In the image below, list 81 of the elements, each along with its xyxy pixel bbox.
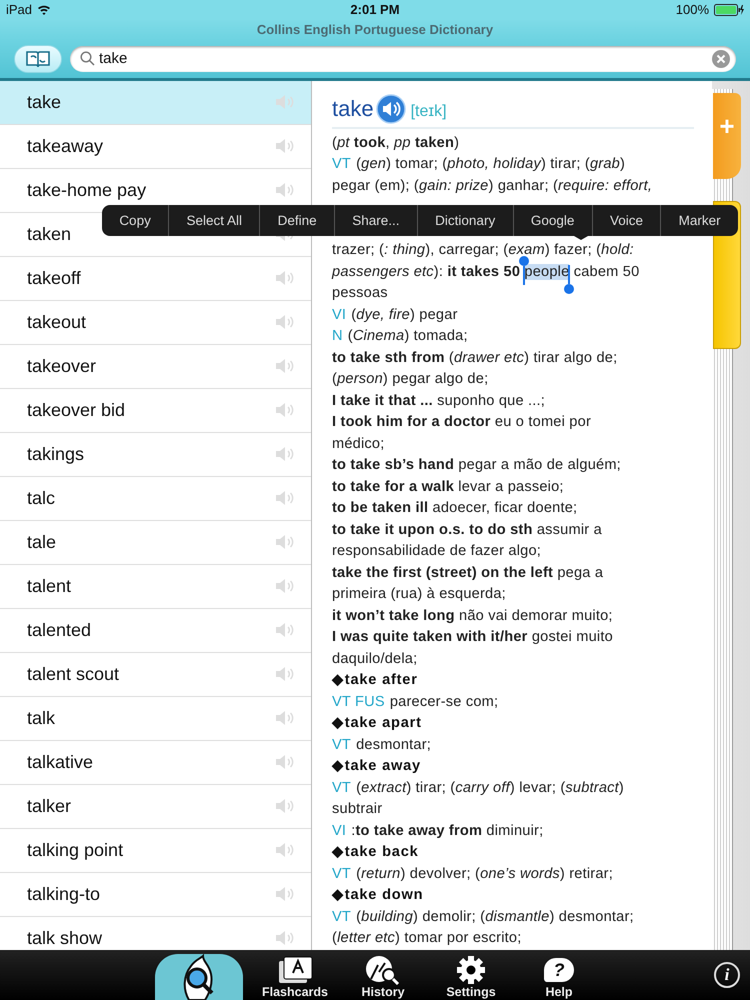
phrase-heading: ◆take down bbox=[332, 886, 424, 906]
entry-line: VT FUS parecer-se com; bbox=[332, 692, 498, 712]
phrase-heading: ◆take after bbox=[332, 671, 418, 690]
book-icon bbox=[25, 48, 51, 69]
battery-icon bbox=[714, 4, 744, 16]
clock-time: 2:01 PM bbox=[350, 2, 400, 18]
entry-line: passengers etc): it takes 50 people cabem 50 bbox=[332, 262, 640, 284]
info-button[interactable]: i bbox=[714, 962, 740, 988]
help-bubble-icon: ? bbox=[544, 958, 574, 982]
word-list-item[interactable]: talent scout bbox=[0, 652, 311, 697]
settings-button[interactable]: Settings bbox=[427, 950, 515, 1000]
search-icon bbox=[80, 50, 95, 66]
word-list-item[interactable]: takeoff bbox=[0, 256, 311, 301]
word-list-item[interactable]: talk bbox=[0, 696, 311, 741]
entry-line: to take sth from (drawer etc) tirar algo de; bbox=[332, 348, 618, 368]
menu-item[interactable]: Select All bbox=[168, 205, 260, 236]
entry-line: trazer; (: thing), carregar; (exam) fazer; (hold: bbox=[332, 241, 634, 260]
word-list-item[interactable]: talent bbox=[0, 564, 311, 609]
entry-line: to be taken ill adoecer, ficar doente; bbox=[332, 499, 578, 518]
pronunciation: [teɪk] bbox=[410, 102, 447, 121]
entry-line: it won’t take long não vai demorar muito; bbox=[332, 606, 613, 626]
word-list-item[interactable]: talc bbox=[0, 476, 311, 521]
entry-line: to take sb’s hand pegar a mão de alguém; bbox=[332, 456, 621, 476]
speaker-icon[interactable] bbox=[376, 94, 406, 124]
menu-item[interactable]: Google bbox=[512, 205, 592, 236]
menu-item[interactable]: Share... bbox=[334, 205, 417, 236]
menu-item[interactable]: Dictionary bbox=[416, 205, 513, 236]
entry-line: VT (gen) tomar; (photo, holiday) tirar; (grab) bbox=[332, 155, 626, 174]
entry-line: to take for a walk levar a passeio; bbox=[332, 478, 564, 497]
entry-line: (pt took, pp taken) bbox=[332, 134, 460, 153]
word-list-item[interactable]: takeout bbox=[0, 300, 311, 345]
word-list-item[interactable]: talkative bbox=[0, 740, 311, 785]
entry-line: to take it upon o.s. to do sth assumir a bbox=[332, 520, 602, 540]
entry-line: médico; bbox=[332, 434, 384, 454]
word-list-item[interactable]: take bbox=[0, 80, 311, 125]
word-list-item[interactable]: takeover bbox=[0, 344, 311, 389]
help-button[interactable]: ? Help bbox=[515, 950, 603, 1000]
entry-line: subtrair bbox=[332, 800, 382, 820]
entry-line: pessoas bbox=[332, 284, 388, 304]
menu-item[interactable]: Voice bbox=[592, 205, 660, 236]
entry-line: primeira (rua) à esquerda; bbox=[332, 585, 506, 604]
entry-line: VT (return) devolver; (one’s words) retirar; bbox=[332, 864, 613, 884]
word-list-item[interactable]: talented bbox=[0, 608, 311, 653]
wifi-icon bbox=[37, 4, 52, 16]
word-list-item[interactable]: tale bbox=[0, 520, 311, 565]
word-list-item[interactable]: takings bbox=[0, 432, 311, 477]
entry-line: I took him for a doctor eu o tomei por bbox=[332, 413, 592, 432]
device-name: iPad bbox=[6, 2, 32, 18]
entry-line: daquilo/dela; bbox=[332, 650, 418, 669]
entry-line: (person) pegar algo de; bbox=[332, 370, 488, 390]
entry-line: (letter etc) tomar por escrito; bbox=[332, 929, 522, 948]
phrase-heading: ◆take back bbox=[332, 843, 419, 862]
entry-line: N (Cinema) tomada; bbox=[332, 327, 468, 346]
search-mode-button[interactable] bbox=[155, 954, 243, 1000]
word-list-item[interactable]: talking point bbox=[0, 828, 311, 873]
entry-line: I take it that ... suponho que ...; bbox=[332, 392, 546, 411]
search-field[interactable]: take bbox=[70, 46, 736, 72]
app-title: Collins English Portuguese Dictionary bbox=[256, 22, 494, 38]
entry-line: VT (extract) tirar; (carry off) levar; (subtract) bbox=[332, 778, 624, 798]
entry-line: pegar (em); (gain: prize) ganhar; (require: effort, bbox=[332, 176, 652, 196]
entry-line: VT (building) demolir; (dismantle) desmontar; bbox=[332, 908, 634, 927]
word-list-item[interactable]: takeover bid bbox=[0, 388, 311, 433]
entry-line: I was quite taken with it/her gostei muito bbox=[332, 628, 613, 648]
entry-line: responsabilidade de fazer algo; bbox=[332, 542, 542, 562]
headword: take bbox=[332, 96, 374, 122]
entry-line: VI (dye, fire) pegar bbox=[332, 306, 458, 325]
phrase-heading: ◆take apart bbox=[332, 714, 422, 734]
word-list-item[interactable]: takeaway bbox=[0, 124, 311, 169]
entry-line: VT desmontar; bbox=[332, 736, 432, 755]
entry-line: VI :to take away from diminuir; bbox=[332, 822, 544, 841]
clear-icon[interactable] bbox=[712, 50, 730, 68]
settings-icon bbox=[456, 955, 486, 985]
flashcards-button[interactable]: Flashcards bbox=[251, 950, 339, 1000]
entry-line: take the first (street) on the left pega a bbox=[332, 564, 604, 583]
word-list-item[interactable]: talking-to bbox=[0, 872, 311, 917]
history-button[interactable]: History bbox=[339, 950, 427, 1000]
dictionary-switch-button[interactable] bbox=[14, 44, 62, 73]
battery-percent: 100% bbox=[676, 2, 709, 18]
menu-item[interactable]: Define bbox=[259, 205, 334, 236]
word-list-item[interactable]: talker bbox=[0, 784, 311, 829]
phrase-heading: ◆take away bbox=[332, 757, 421, 776]
